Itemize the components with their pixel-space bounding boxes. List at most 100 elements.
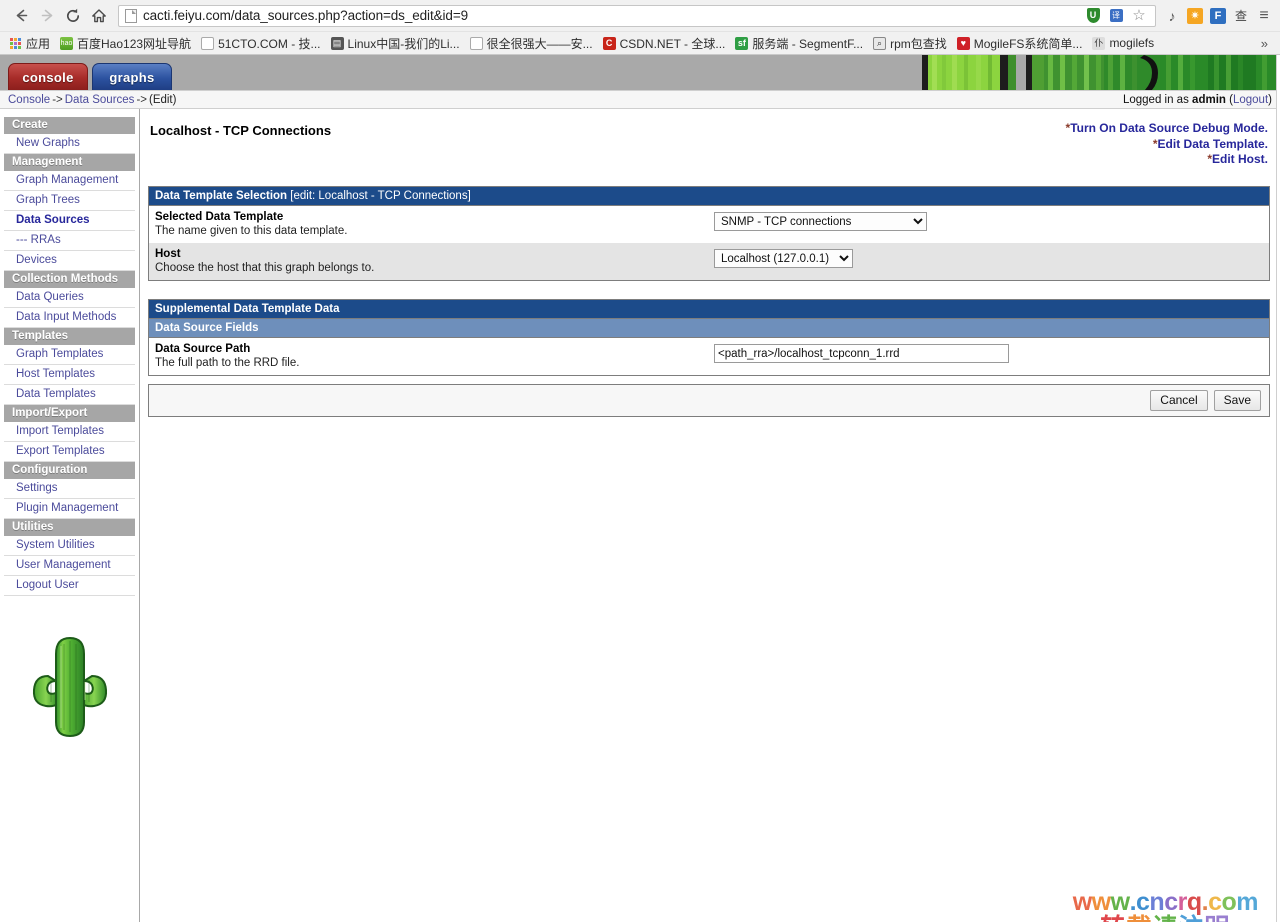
csdn-favicon: C <box>602 36 616 50</box>
music-extension-icon[interactable]: ♪ <box>1162 6 1182 26</box>
adblock-shield-icon[interactable]: U <box>1083 6 1103 26</box>
cacti-tabs: console graphs <box>0 63 176 90</box>
sidebar-item-plugin-management[interactable]: Plugin Management <box>4 499 135 519</box>
address-bar[interactable]: cacti.feiyu.com/data_sources.php?action=… <box>118 4 1156 27</box>
sidebar-item-graph-templates[interactable]: Graph Templates <box>4 345 135 365</box>
linuxcn-favicon: ▤ <box>330 36 344 50</box>
selected-data-template-select[interactable]: SNMP - TCP connections <box>714 212 927 231</box>
data-template-selection-table: Data Template Selection [edit: Localhost… <box>148 185 1270 281</box>
form-control-cell: Localhost (127.0.0.1) <box>714 243 1269 275</box>
browser-chrome: cacti.feiyu.com/data_sources.php?action=… <box>0 0 1280 55</box>
sidebar-item-export-templates[interactable]: Export Templates <box>4 442 135 462</box>
turn-on-debug-mode-link[interactable]: *Turn On Data Source Debug Mode. <box>1066 121 1268 137</box>
cacti-page: console graphs Console -> Data Sources -… <box>0 55 1280 922</box>
bookmark-label: CSDN.NET - 全球... <box>619 36 726 51</box>
bookmark-mogilefs-article[interactable]: ♥ MogileFS系统简单... <box>954 33 1090 53</box>
watermark-char: c <box>1164 888 1178 916</box>
bookmark-linuxcn[interactable]: ▤ Linux中国-我们的Li... <box>328 33 467 53</box>
chinese-extension-icon[interactable]: 查 <box>1231 6 1251 26</box>
bookmark-segmentfault[interactable]: sf 服务端 - SegmentF... <box>732 33 870 53</box>
field-label: Host <box>155 247 181 260</box>
sidebar-item-new-graphs[interactable]: New Graphs <box>4 134 135 154</box>
bookmark-label: mogilefs <box>1109 36 1155 50</box>
tab-console[interactable]: console <box>8 63 88 90</box>
login-prefix: Logged in as <box>1122 93 1189 106</box>
bookmark-csdn[interactable]: C CSDN.NET - 全球... <box>600 33 733 53</box>
bookmark-51cto[interactable]: 51CTO.COM - 技... <box>198 33 327 53</box>
breadcrumb-item-console[interactable]: Console <box>8 94 50 106</box>
sidebar-item-settings[interactable]: Settings <box>4 479 135 499</box>
chrome-menu-icon[interactable]: ≡ <box>1254 6 1274 26</box>
sidebar-item-host-templates[interactable]: Host Templates <box>4 365 135 385</box>
sidebar-header-create: Create <box>4 117 135 134</box>
site-watermark: www.cncrq.com 转载请注明 <box>1072 888 1259 922</box>
bookmark-label: 应用 <box>26 36 51 51</box>
bookmark-rpm-search[interactable]: ⌕ rpm包查找 <box>870 33 954 53</box>
breadcrumb-separator: -> <box>52 93 63 106</box>
watermark-line1: www.cncrq.com <box>1072 888 1259 916</box>
breadcrumb-item-data-sources[interactable]: Data Sources <box>65 94 135 106</box>
reload-icon[interactable] <box>60 3 86 29</box>
bookmark-apps[interactable]: 应用 <box>6 33 57 53</box>
bookmarks-overflow-button[interactable]: » <box>1255 36 1274 51</box>
field-description: Choose the host that this graph belongs … <box>155 261 375 274</box>
sidebar-item-import-templates[interactable]: Import Templates <box>4 422 135 442</box>
sidebar-item-user-management[interactable]: User Management <box>4 556 135 576</box>
watermark-char: 转 <box>1100 916 1126 922</box>
sidebar-item-graph-trees[interactable]: Graph Trees <box>4 191 135 211</box>
action-links: *Turn On Data Source Debug Mode. *Edit D… <box>1066 121 1268 168</box>
field-description: The name given to this data template. <box>155 224 348 237</box>
watermark-char: 请 <box>1152 916 1178 922</box>
page-right-edge <box>1276 55 1280 922</box>
tab-graphs[interactable]: graphs <box>92 63 172 90</box>
sidebar-header-collection-methods: Collection Methods <box>4 271 135 288</box>
cancel-button[interactable]: Cancel <box>1150 389 1208 411</box>
orange-extension-icon[interactable]: ✷ <box>1185 6 1205 26</box>
bookmark-mogilefs[interactable]: 仆 mogilefs <box>1089 33 1161 53</box>
forward-arrow-icon[interactable] <box>34 3 60 29</box>
save-button[interactable]: Save <box>1213 389 1261 411</box>
sidebar-item-devices[interactable]: Devices <box>4 251 135 271</box>
sidebar-item-data-templates[interactable]: Data Templates <box>4 385 135 405</box>
bookmark-hao123[interactable]: hao 百度Hao123网址导航 <box>57 33 198 53</box>
browser-toolbar: cacti.feiyu.com/data_sources.php?action=… <box>0 0 1280 31</box>
watermark-char: w <box>1072 888 1092 916</box>
form-label-cell: Selected Data Template The name given to… <box>149 206 714 243</box>
sidebar-item-rras[interactable]: --- RRAs <box>4 231 135 251</box>
sidebar-header-management: Management <box>4 154 135 171</box>
logout-paren-close: ) <box>1268 93 1272 106</box>
sidebar-item-logout-user[interactable]: Logout User <box>4 576 135 596</box>
watermark-char: r <box>1177 888 1188 916</box>
apps-grid-icon <box>9 37 22 50</box>
bookmark-star-icon[interactable]: ☆ <box>1129 6 1149 26</box>
bookmark-quanqiang[interactable]: 很全很强大——安... <box>467 33 600 53</box>
edit-data-template-link[interactable]: *Edit Data Template. <box>1066 137 1268 153</box>
back-arrow-icon[interactable] <box>8 3 34 29</box>
watermark-char: w <box>1091 888 1111 916</box>
section-title: Data Template Selection <box>155 189 288 202</box>
sidebar-item-data-input-methods[interactable]: Data Input Methods <box>4 308 135 328</box>
home-icon[interactable] <box>86 3 112 29</box>
cactus-logo <box>32 636 107 738</box>
sidebar-item-graph-management[interactable]: Graph Management <box>4 171 135 191</box>
translate-icon[interactable]: 译 <box>1106 6 1126 26</box>
edit-host-link[interactable]: *Edit Host. <box>1066 152 1268 168</box>
logout-link[interactable]: Logout <box>1233 94 1268 106</box>
blue-f-extension-icon[interactable]: F <box>1208 6 1228 26</box>
bookmark-label: MogileFS系统简单... <box>973 36 1083 51</box>
sidebar-item-system-utilities[interactable]: System Utilities <box>4 536 135 556</box>
sidebar: Create New Graphs Management Graph Manag… <box>0 109 140 922</box>
sidebar-item-data-sources[interactable]: Data Sources <box>4 211 135 231</box>
watermark-char: m <box>1236 888 1258 916</box>
form-control-cell <box>714 338 1269 370</box>
bookmark-label: 51CTO.COM - 技... <box>218 36 321 51</box>
watermark-line2: 转载请注明 <box>1073 916 1258 922</box>
watermark-char: q <box>1186 888 1202 916</box>
field-label: Selected Data Template <box>155 210 284 223</box>
sidebar-item-data-queries[interactable]: Data Queries <box>4 288 135 308</box>
data-source-path-input[interactable] <box>714 344 1009 363</box>
content-header: Localhost - TCP Connections *Turn On Dat… <box>148 119 1270 168</box>
host-select[interactable]: Localhost (127.0.0.1) <box>714 249 853 268</box>
sidebar-header-import-export: Import/Export <box>4 405 135 422</box>
section-header-supplemental-data: Supplemental Data Template Data <box>149 299 1269 319</box>
